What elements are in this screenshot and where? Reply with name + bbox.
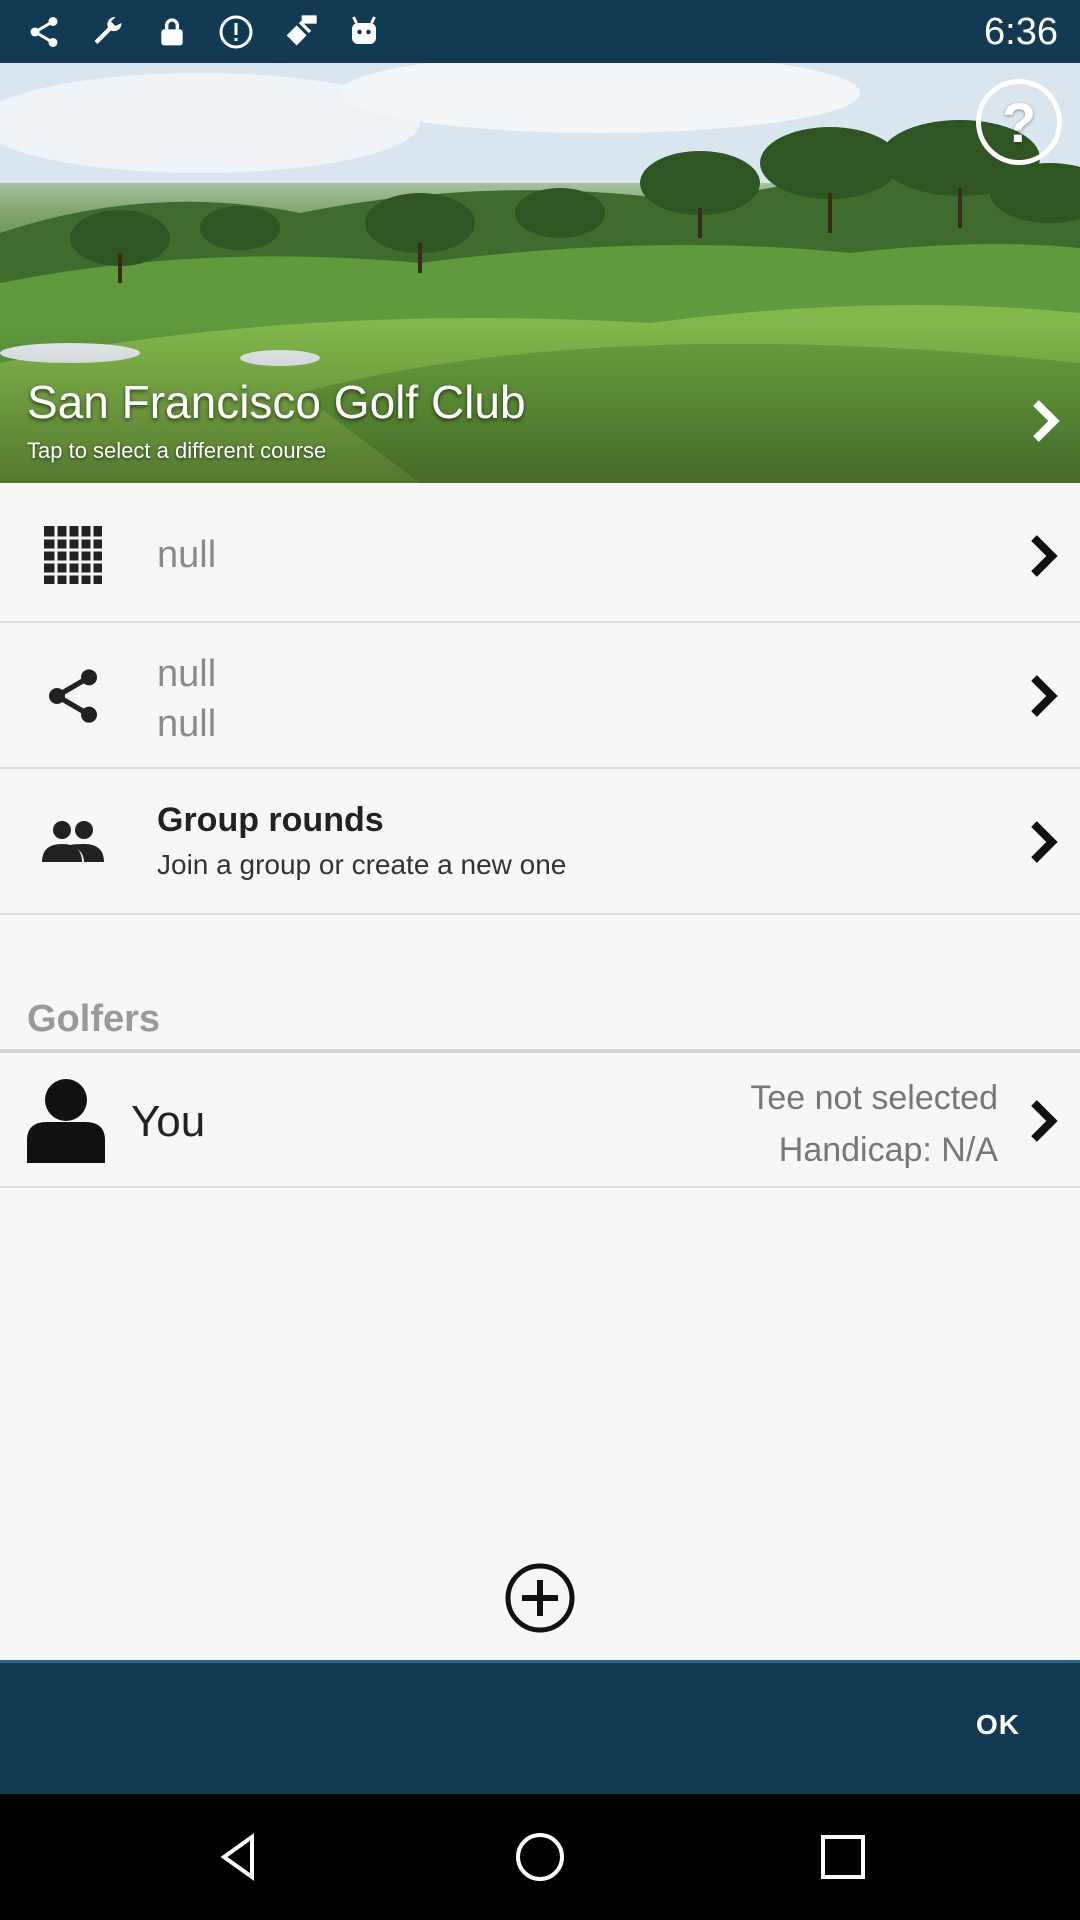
android-icon <box>342 10 386 54</box>
chevron-right-icon <box>1033 400 1060 442</box>
golfer-handicap: Handicap: N/A <box>778 1131 998 1169</box>
row-value-secondary: null <box>157 703 217 745</box>
group-icon <box>38 807 108 877</box>
scorecard-grid-icon <box>38 520 108 590</box>
person-icon <box>27 1079 105 1163</box>
lock-icon <box>150 10 194 54</box>
course-header[interactable]: ? San Francisco Golf Club Tap to select … <box>0 63 1080 483</box>
row-value: null <box>157 534 217 576</box>
golfer-name: You <box>131 1097 206 1146</box>
add-golfer-button[interactable] <box>504 1562 576 1634</box>
recents-icon[interactable] <box>813 1827 873 1887</box>
course-subtitle: Tap to select a different course <box>27 438 327 463</box>
action-bar: OK <box>0 1660 1080 1794</box>
back-icon[interactable] <box>210 1827 270 1887</box>
clock: 6:36 <box>984 11 1058 53</box>
wrench-icon <box>86 10 130 54</box>
fake-gps-icon <box>278 10 322 54</box>
golfer-tee: Tee not selected <box>750 1079 998 1117</box>
golfer-row[interactable]: You Tee not selected Handicap: N/A <box>0 1053 1080 1188</box>
row-value: null <box>157 653 217 695</box>
section-header-golfers: Golfers <box>27 998 161 1040</box>
list-item[interactable]: null <box>0 488 1080 623</box>
group-rounds-title: Group rounds <box>157 801 384 839</box>
status-bar: 6:36 <box>0 0 1080 63</box>
help-button[interactable]: ? <box>976 79 1062 165</box>
status-icons <box>22 10 386 54</box>
share-icon <box>22 10 66 54</box>
chevron-right-icon <box>1031 821 1058 863</box>
alert-icon <box>214 10 258 54</box>
group-rounds-subtitle: Join a group or create a new one <box>157 849 567 880</box>
ok-button[interactable]: OK <box>976 1709 1020 1741</box>
chevron-right-icon <box>1031 675 1058 717</box>
chevron-right-icon <box>1031 535 1058 577</box>
group-rounds-row[interactable]: Group rounds Join a group or create a ne… <box>0 769 1080 915</box>
course-name: San Francisco Golf Club <box>27 376 526 428</box>
home-icon[interactable] <box>510 1827 570 1887</box>
share-icon <box>38 661 108 731</box>
chevron-right-icon <box>1031 1100 1058 1142</box>
question-icon: ? <box>1001 90 1037 154</box>
list-item[interactable]: null null <box>0 623 1080 769</box>
system-nav-bar <box>0 1794 1080 1920</box>
